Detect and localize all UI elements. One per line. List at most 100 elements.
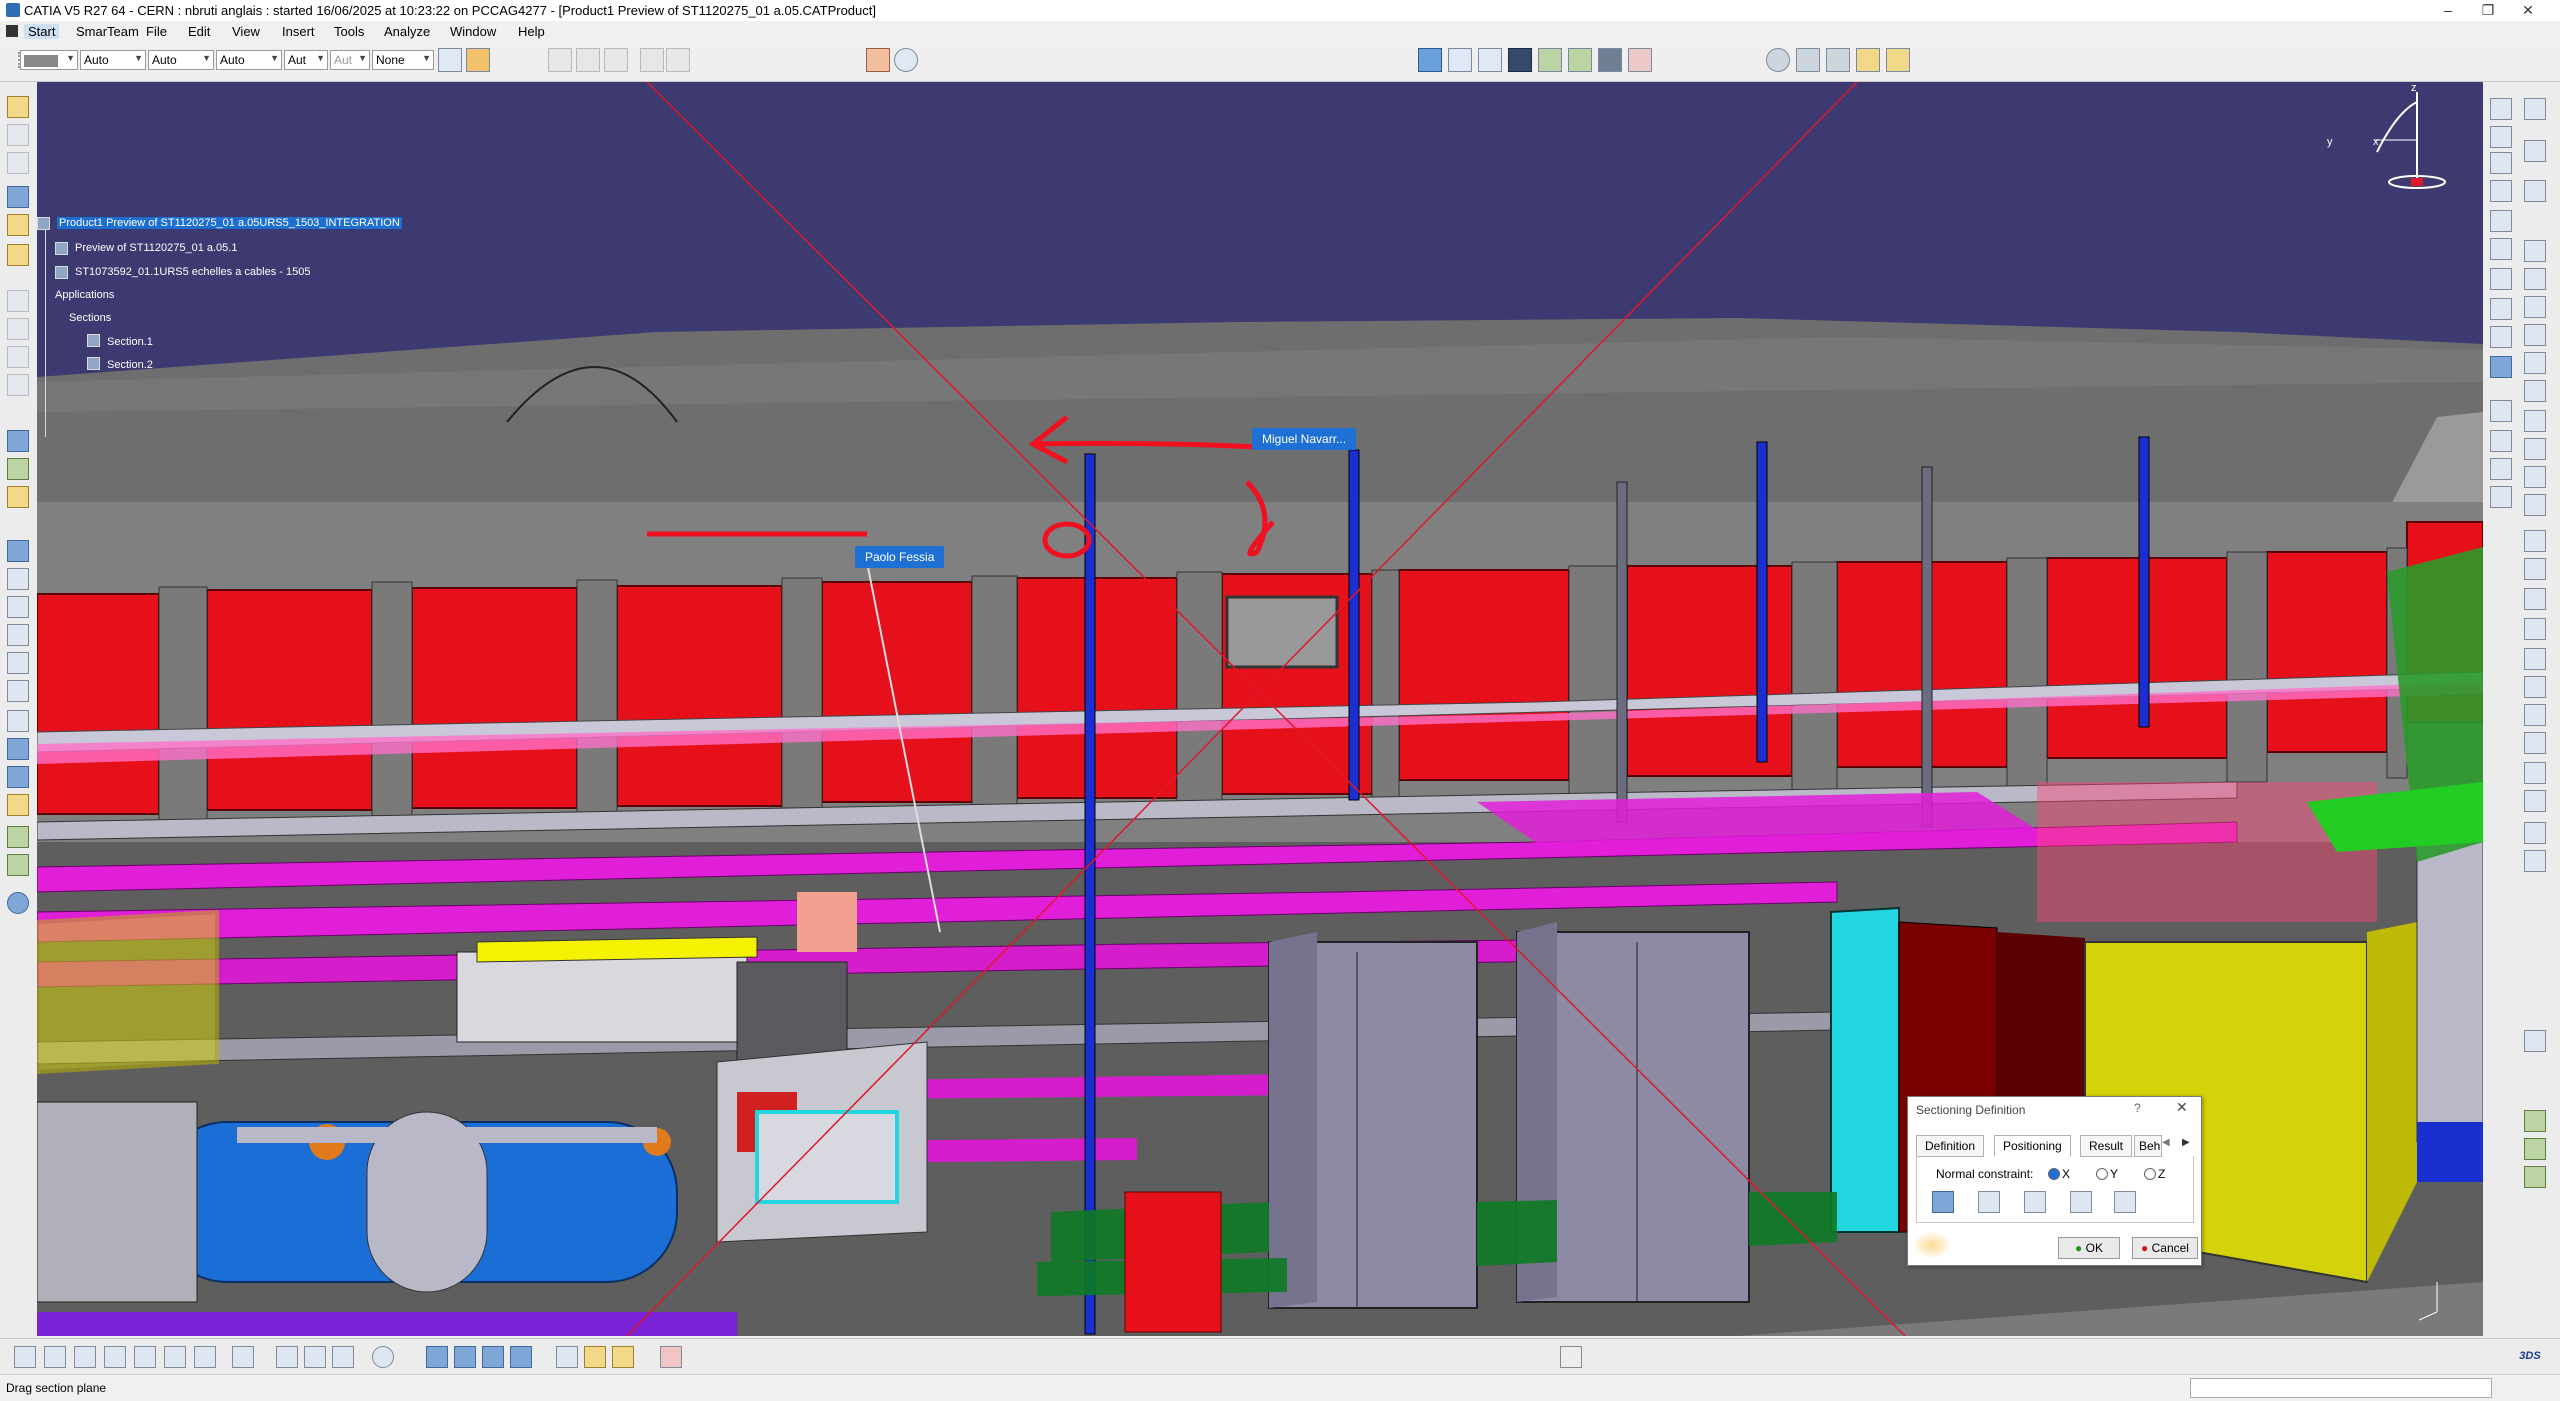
- render-icon[interactable]: [556, 1346, 578, 1368]
- insert-part-icon[interactable]: [2490, 152, 2512, 174]
- mirror-icon[interactable]: [2524, 530, 2546, 552]
- rotate-icon[interactable]: [7, 458, 29, 480]
- camera-icon[interactable]: [232, 1346, 254, 1368]
- tab-scroll-left-icon[interactable]: ◀: [2162, 1137, 2170, 1148]
- zoom-out-icon[interactable]: [7, 680, 29, 702]
- select-arrow-icon[interactable]: [2524, 140, 2546, 162]
- constraint-contact-icon[interactable]: [2524, 268, 2546, 290]
- reorder-icon[interactable]: [7, 244, 29, 266]
- tree-expand-icon[interactable]: [7, 214, 29, 236]
- radio-z[interactable]: [2144, 1168, 2156, 1180]
- fix-together-icon[interactable]: [2524, 380, 2546, 402]
- knowledge-icon[interactable]: [134, 1346, 156, 1368]
- product-structure-icon[interactable]: [2490, 98, 2512, 120]
- tab-result[interactable]: Result: [2080, 1135, 2133, 1157]
- view-iso-icon[interactable]: [1448, 48, 1472, 72]
- constraint-icon[interactable]: [7, 318, 29, 340]
- help-icon[interactable]: [894, 48, 918, 72]
- menu-view[interactable]: View: [232, 24, 260, 39]
- duplicate-icon[interactable]: [2524, 558, 2546, 580]
- symmetry-icon[interactable]: [2524, 790, 2546, 812]
- snap-to-icon[interactable]: [2524, 180, 2546, 202]
- update-all-icon[interactable]: [2524, 1138, 2546, 1160]
- insert-component-icon[interactable]: [2490, 126, 2512, 148]
- tree-node-cable-trays[interactable]: ST1073592_01.1URS5 echelles a cables - 1…: [75, 266, 310, 278]
- grid-icon[interactable]: [660, 1346, 682, 1368]
- cube-view-icon[interactable]: [7, 766, 29, 788]
- product-icon[interactable]: [1796, 48, 1820, 72]
- annotation-icon[interactable]: [2490, 268, 2512, 290]
- color-combo[interactable]: ▼: [20, 50, 78, 70]
- add-icon[interactable]: [2524, 704, 2546, 726]
- open-folder-icon[interactable]: [7, 96, 29, 118]
- lock-icon[interactable]: [194, 1346, 216, 1368]
- ok-button[interactable]: ● OK: [2058, 1237, 2120, 1259]
- positioning-reset-icon[interactable]: [2070, 1191, 2092, 1213]
- render-style-combo[interactable]: None ▼: [372, 50, 434, 70]
- sectioning-icon[interactable]: [2490, 298, 2512, 320]
- constraint-offset-icon[interactable]: [2524, 296, 2546, 318]
- catalog-icon[interactable]: [2524, 822, 2546, 844]
- tree-node-preview[interactable]: Preview of ST1120275_01 a.05.1: [75, 242, 237, 254]
- annotation-miguel[interactable]: Miguel Navarr...: [1252, 428, 1357, 450]
- look-icon[interactable]: [7, 624, 29, 646]
- graph-tree-icon[interactable]: [2490, 210, 2512, 232]
- assembly-feature-icon[interactable]: [2524, 762, 2546, 784]
- angle-icon[interactable]: [7, 374, 29, 396]
- formula-icon[interactable]: [14, 1346, 36, 1368]
- change-constraint-icon[interactable]: [2524, 466, 2546, 488]
- split-icon[interactable]: [2524, 618, 2546, 640]
- measure-item-icon[interactable]: [276, 1346, 298, 1368]
- close-button[interactable]: ✕: [2508, 0, 2548, 21]
- menu-insert[interactable]: Insert: [282, 24, 315, 39]
- tab-behavior[interactable]: Beh: [2134, 1135, 2162, 1157]
- measure-icon[interactable]: [7, 430, 29, 452]
- invert-normal-icon[interactable]: [2024, 1191, 2046, 1213]
- sequence-icon[interactable]: [2490, 458, 2512, 480]
- flexible-icon[interactable]: [2524, 438, 2546, 460]
- shading-icon[interactable]: [1598, 48, 1622, 72]
- link-icon[interactable]: [74, 1346, 96, 1368]
- view-mode-3-icon[interactable]: [482, 1346, 504, 1368]
- view-mode-4-icon[interactable]: [510, 1346, 532, 1368]
- clash-detect-icon[interactable]: [2490, 326, 2512, 348]
- home-position-icon[interactable]: [2114, 1191, 2136, 1213]
- view-mode-1-icon[interactable]: [426, 1346, 448, 1368]
- minimize-button[interactable]: –: [2428, 0, 2468, 21]
- menu-file[interactable]: File: [146, 24, 167, 39]
- remove-icon[interactable]: [2524, 732, 2546, 754]
- menu-edit[interactable]: Edit: [188, 24, 210, 39]
- move-to-geometry-icon[interactable]: [1978, 1191, 2000, 1213]
- view-front-icon[interactable]: [1418, 48, 1442, 72]
- manipulate-icon[interactable]: [1886, 48, 1910, 72]
- radio-x[interactable]: [2048, 1168, 2060, 1180]
- lineweight-combo[interactable]: Auto ▼: [216, 50, 282, 70]
- check-rule-icon[interactable]: [164, 1346, 186, 1368]
- question-icon[interactable]: [7, 186, 29, 208]
- update-icon[interactable]: [604, 48, 628, 72]
- simulation-icon[interactable]: [2490, 486, 2512, 508]
- menu-smarteam[interactable]: SmarTeam: [76, 24, 139, 39]
- fit-all-icon[interactable]: [1538, 48, 1562, 72]
- menu-window[interactable]: Window: [450, 24, 496, 39]
- zoom-area-icon[interactable]: [1568, 48, 1592, 72]
- settings-gear-icon[interactable]: [1766, 48, 1790, 72]
- edit-position-icon[interactable]: [1932, 1191, 1954, 1213]
- annotation-paolo[interactable]: Paolo Fessia: [855, 546, 945, 568]
- explode-icon[interactable]: [1856, 48, 1880, 72]
- publish-icon[interactable]: [2524, 588, 2546, 610]
- offset-icon[interactable]: [7, 346, 29, 368]
- redo-icon[interactable]: [576, 48, 600, 72]
- hide-show-icon[interactable]: [1628, 48, 1652, 72]
- constraint-angle-icon[interactable]: [2524, 324, 2546, 346]
- dialog-close-button[interactable]: ✕: [2176, 1099, 2188, 1116]
- menu-start[interactable]: Start: [24, 24, 60, 39]
- catia-menu-icon[interactable]: [6, 25, 18, 37]
- hole-icon[interactable]: [2524, 648, 2546, 670]
- bill-of-material-icon[interactable]: [2524, 850, 2546, 872]
- table-icon[interactable]: [104, 1346, 126, 1368]
- material-icon[interactable]: [584, 1346, 606, 1368]
- tab-positioning[interactable]: Positioning: [1994, 1135, 2071, 1157]
- paint-brush-icon[interactable]: [466, 48, 490, 72]
- point-combo[interactable]: Aut ▼: [284, 50, 328, 70]
